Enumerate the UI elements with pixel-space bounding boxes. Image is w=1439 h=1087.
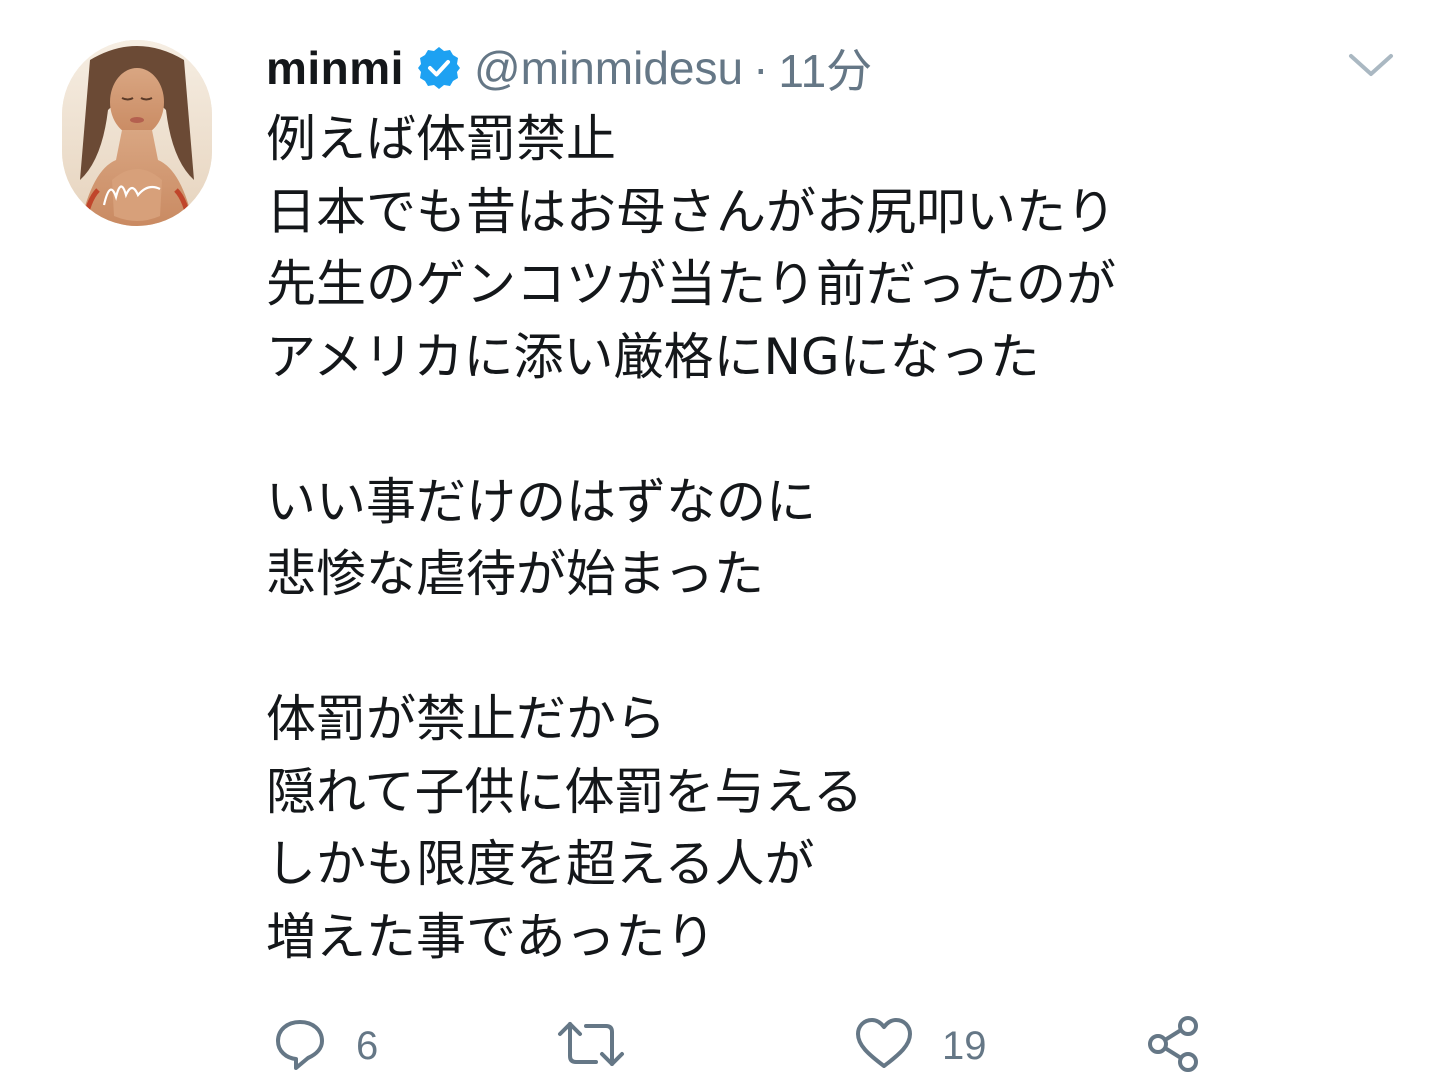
- user-handle[interactable]: @minmidesu: [474, 41, 743, 95]
- tweet-actions: 6 19: [0, 1010, 1439, 1082]
- tweet-text-line: 例えば体罰禁止: [266, 110, 616, 168]
- reply-icon: [272, 1016, 328, 1076]
- avatar-photo: [62, 40, 212, 226]
- tweet-text-line: 増えた事であったり: [266, 907, 716, 966]
- tweet-text-line: いい事だけのはずなのに: [266, 472, 816, 531]
- tweet-text-line: 体罰が禁止だから: [266, 690, 666, 748]
- display-name[interactable]: minmi: [266, 41, 404, 95]
- retweet-button[interactable]: [556, 1010, 654, 1082]
- heart-icon: [854, 1016, 914, 1076]
- tweet-text-line: 日本でも昔はお母さんがお尻叩いたり: [266, 182, 1116, 241]
- like-button[interactable]: 19: [854, 1010, 987, 1082]
- reply-count: 6: [356, 1023, 379, 1068]
- verified-badge-icon: [416, 45, 462, 91]
- separator-dot: ·: [753, 42, 769, 94]
- tweet-text-line: しかも限度を超える人が: [266, 835, 815, 893]
- tweet-text-line: 隠れて子供に体罰を与える: [266, 762, 863, 821]
- tweet: minmi @minmidesu · 11分 例えば体罰禁止 日本でも昔はお母さ…: [0, 0, 1439, 1087]
- tweet-text-line-blank: [266, 393, 1386, 466]
- tweet-text-line: 先生のゲンコツが当たり前だったのが: [266, 255, 1116, 313]
- share-icon: [1144, 1014, 1204, 1078]
- tweet-text-line-blank: [266, 611, 1386, 684]
- tweet-text: 例えば体罰禁止 日本でも昔はお母さんがお尻叩いたり 先生のゲンコツが当たり前だっ…: [266, 103, 1386, 973]
- avatar[interactable]: [62, 40, 212, 226]
- retweet-icon: [556, 1016, 626, 1076]
- like-count: 19: [942, 1023, 987, 1068]
- share-button[interactable]: [1144, 1010, 1204, 1082]
- reply-button[interactable]: 6: [272, 1010, 378, 1082]
- chevron-down-icon[interactable]: [1345, 44, 1397, 84]
- tweet-text-line: アメリカに添い厳格にNGになった: [266, 327, 1040, 386]
- tweet-text-line: 悲惨な虐待が始まった: [266, 545, 764, 603]
- tweet-header: minmi @minmidesu · 11分: [266, 38, 872, 98]
- timestamp[interactable]: 11分: [778, 35, 872, 101]
